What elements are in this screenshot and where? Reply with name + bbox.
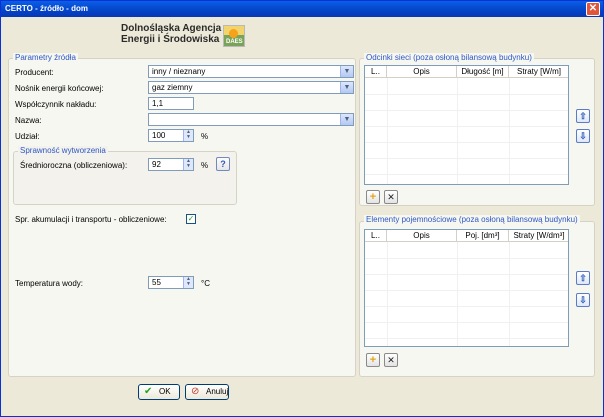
button-bar: ✔ OK ⊘ Anuluj	[1, 381, 603, 416]
column-header[interactable]: Opis	[387, 230, 457, 242]
ok-button[interactable]: ✔ OK	[138, 384, 180, 400]
move-down-icon[interactable]: ⇩	[576, 293, 590, 307]
annual-efficiency-value: 92	[152, 160, 161, 169]
column-header[interactable]: Długość [m]	[457, 66, 509, 78]
volume-elements-title: Elementy pojemnościowe (poza osłoną bila…	[364, 215, 580, 224]
logo-text-line1: Dolnośląska Agencja	[121, 23, 222, 34]
grid-line	[365, 94, 568, 95]
efficiency-title: Sprawność wytworzenia	[18, 146, 108, 155]
stepper-arrows-icon[interactable]: ▲ ▼	[183, 130, 193, 141]
checkmark-icon: ✔	[144, 386, 153, 397]
share-unit: %	[201, 132, 209, 141]
water-temp-unit: °C	[201, 279, 210, 288]
grid-line	[365, 174, 568, 175]
column-header[interactable]: Straty [W/dm³]	[509, 230, 568, 242]
cancel-label: Anuluj	[206, 387, 229, 396]
annual-efficiency-stepper[interactable]: 92 ▲ ▼	[148, 158, 194, 171]
name-label: Nazwa:	[15, 116, 42, 125]
producer-label: Producent:	[15, 68, 54, 77]
water-temp-stepper[interactable]: 55 ▲ ▼	[148, 276, 194, 289]
move-up-icon[interactable]: ⇧	[576, 109, 590, 123]
expenditure-factor-label: Współczynnik nakładu:	[15, 100, 97, 109]
producer-select[interactable]: inny / nieznany ▼	[148, 65, 354, 78]
annual-efficiency-label: Średnioroczna (obliczeniowa):	[20, 161, 128, 170]
efficiency-group	[13, 151, 237, 205]
producer-value: inny / nieznany	[152, 67, 206, 76]
move-up-icon[interactable]: ⇧	[576, 271, 590, 285]
logo-mark-icon: DAES	[223, 25, 245, 47]
add-icon[interactable]: +	[366, 190, 380, 204]
share-value: 100	[152, 131, 166, 140]
chevron-down-icon[interactable]: ▼	[340, 66, 353, 77]
table-header: L.. Opis Poj. [dm³] Straty [W/dm³]	[365, 230, 568, 242]
help-icon[interactable]: ?	[216, 157, 230, 171]
title-bar: CERTO - źródło - dom ✕	[1, 1, 603, 17]
energy-carrier-label: Nośnik energii końcowej:	[15, 84, 104, 93]
grid-line	[365, 110, 568, 111]
daes-logo: Dolnośląska Agencja Energii i Środowiska…	[121, 23, 251, 49]
storage-checkbox[interactable]: ✓	[186, 214, 196, 224]
network-sections-table[interactable]: L.. Opis Długość [m] Straty [W/m]	[364, 65, 569, 185]
grid-line	[365, 126, 568, 127]
expenditure-factor-input[interactable]: 1,1	[148, 97, 194, 110]
energy-carrier-select[interactable]: gaz ziemny ▼	[148, 81, 354, 94]
water-temp-value: 55	[152, 278, 161, 287]
ok-label: OK	[159, 387, 171, 396]
stepper-arrows-icon[interactable]: ▲ ▼	[183, 159, 193, 170]
add-icon[interactable]: +	[366, 353, 380, 367]
grid-line	[365, 338, 568, 339]
name-select[interactable]: ▼	[148, 113, 354, 126]
storage-label: Spr. akumulacji i transportu - obliczeni…	[15, 215, 167, 224]
chevron-down-icon[interactable]: ▼	[340, 82, 353, 93]
logo-mark-text: DAES	[226, 39, 243, 45]
column-header[interactable]: Opis	[387, 66, 457, 78]
water-temp-label: Temperatura wody:	[15, 279, 84, 288]
source-params-title: Parametry źródła	[13, 53, 78, 62]
network-sections-title: Odcinki sieci (poza osłoną bilansową bud…	[364, 53, 534, 62]
share-label: Udział:	[15, 132, 40, 141]
grid-line	[365, 290, 568, 291]
delete-icon[interactable]: ✕	[384, 353, 398, 367]
cancel-button[interactable]: ⊘ Anuluj	[185, 384, 229, 400]
stepper-arrows-icon[interactable]: ▲ ▼	[183, 277, 193, 288]
cancel-icon: ⊘	[191, 386, 200, 397]
logo-sun-icon	[229, 29, 238, 38]
grid-line	[365, 142, 568, 143]
close-button[interactable]: ✕	[586, 2, 600, 16]
chevron-down-icon[interactable]: ▼	[340, 114, 353, 125]
dialog-window: CERTO - źródło - dom ✕ Dolnośląska Agenc…	[0, 0, 604, 417]
energy-carrier-value: gaz ziemny	[152, 83, 193, 92]
annual-efficiency-unit: %	[201, 161, 209, 170]
table-header: L.. Opis Długość [m] Straty [W/m]	[365, 66, 568, 78]
volume-elements-table[interactable]: L.. Opis Poj. [dm³] Straty [W/dm³]	[364, 229, 569, 347]
column-header[interactable]: Straty [W/m]	[509, 66, 568, 78]
grid-line	[365, 322, 568, 323]
column-header[interactable]: Poj. [dm³]	[457, 230, 509, 242]
grid-line	[365, 258, 568, 259]
column-header[interactable]: L..	[365, 66, 387, 78]
grid-line	[365, 274, 568, 275]
column-header[interactable]: L..	[365, 230, 387, 242]
move-down-icon[interactable]: ⇩	[576, 129, 590, 143]
logo-text-line2: Energii i Środowiska	[121, 34, 220, 45]
delete-icon[interactable]: ✕	[384, 190, 398, 204]
grid-line	[365, 158, 568, 159]
window-title: CERTO - źródło - dom	[5, 4, 88, 13]
share-stepper[interactable]: 100 ▲ ▼	[148, 129, 194, 142]
grid-line	[365, 306, 568, 307]
